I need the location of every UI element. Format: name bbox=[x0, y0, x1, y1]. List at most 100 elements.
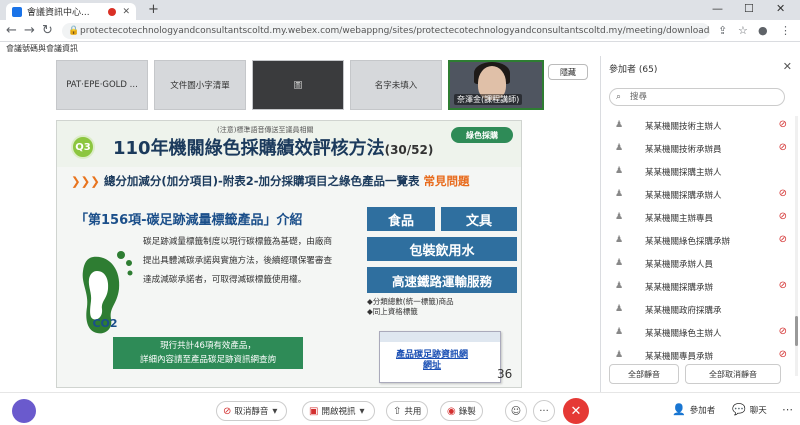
muted-mic-icon[interactable]: ⊘ bbox=[779, 326, 787, 337]
participant-row[interactable]: ♟ 某某機關技術承辦員 ⊘ bbox=[601, 137, 800, 160]
muted-mic-icon[interactable]: ⊘ bbox=[779, 280, 787, 291]
participant-name: 某某機關採購主辦人 bbox=[645, 168, 722, 178]
thumbnail-label: PAT·EPE·GOLD ... bbox=[66, 80, 138, 90]
slide-title-text: 110年機關綠色採購績效評核方法 bbox=[113, 138, 385, 159]
subtitle-text: 總分加減分(加分項目)-附表2-加分採購項目之綠色產品一覽表 bbox=[103, 174, 420, 188]
thumbnail-label: 圖 bbox=[293, 81, 303, 91]
participant-thumbnail[interactable]: 文件圖小字清單 bbox=[154, 60, 246, 110]
participant-row[interactable]: ♟ 某某機關政府採購承 bbox=[601, 298, 800, 321]
participant-row[interactable]: ♟ 某某機關綠色採購承辦 ⊘ bbox=[601, 229, 800, 252]
active-speaker-video[interactable]: 奈澤金(課程講師) bbox=[448, 60, 544, 110]
more-panels-icon[interactable]: ⋯ bbox=[782, 403, 797, 416]
reload-icon[interactable]: ↻ bbox=[42, 23, 53, 38]
tab-close-icon[interactable]: ✕ bbox=[122, 7, 130, 17]
muted-mic-icon[interactable]: ⊘ bbox=[779, 211, 787, 222]
window-minimize-button[interactable]: — bbox=[712, 2, 723, 15]
browser-address-bar: ← → ↻ 🔒 protectecotechnologyandconsultan… bbox=[0, 20, 800, 42]
chevron-down-icon: ▾ bbox=[359, 405, 365, 417]
slide-subtitle: ❯❯❯ 總分加減分(加分項目)-附表2-加分採購項目之綠色產品一覽表 常見問題 bbox=[71, 173, 470, 189]
participant-thumbnail[interactable]: 圖 bbox=[252, 60, 344, 110]
participant-row[interactable]: ♟ 某某機關技術主辦人 ⊘ bbox=[601, 114, 800, 137]
carbon-footprint-icon: CO2 bbox=[82, 251, 133, 334]
participant-search-input[interactable]: ⌕ 搜尋 bbox=[609, 88, 785, 106]
meeting-info-bar[interactable]: 會議號碼與會議資訊 bbox=[0, 42, 800, 56]
share-page-icon[interactable]: ⇪ bbox=[718, 24, 727, 37]
participant-row[interactable]: ♟ 某某機關承辦人員 bbox=[601, 252, 800, 275]
chat-label: 聊天 bbox=[749, 405, 767, 416]
muted-mic-icon[interactable]: ⊘ bbox=[779, 119, 787, 130]
user-icon: ♟ bbox=[615, 327, 624, 337]
bookmark-star-icon[interactable]: ☆ bbox=[738, 24, 748, 37]
thumbnail-label: 名字未填入 bbox=[374, 81, 418, 91]
tag-bottled-water: 包裝飲用水 bbox=[367, 237, 517, 261]
end-meeting-button[interactable]: ✕ bbox=[563, 398, 589, 424]
unmute-button[interactable]: ⊘ 取消靜音 ▾ bbox=[216, 401, 288, 421]
participants-button[interactable]: 👤 參加者 bbox=[672, 403, 715, 416]
share-button[interactable]: ⇧ 共用 bbox=[386, 401, 429, 421]
recording-dot-icon bbox=[108, 7, 117, 16]
share-label: 共用 bbox=[404, 407, 422, 417]
slide-title: 110年機關綠色採購績效評核方法(30/52) bbox=[113, 134, 433, 160]
green-procurement-logo: 綠色採購 bbox=[451, 127, 513, 143]
website-link: 產品碳足跡資訊網 網址 bbox=[396, 350, 469, 371]
user-icon: ♟ bbox=[615, 281, 624, 291]
bullet-item: ◆同上資格標籤 bbox=[367, 307, 418, 316]
tag-food: 食品 bbox=[367, 207, 435, 231]
slide-note-box: 現行共計46項有效產品， 詳細內容請至產品碳足跡資訊網查詢 bbox=[113, 337, 303, 369]
window-close-button[interactable]: ✕ bbox=[776, 2, 785, 15]
start-video-button[interactable]: ▣ 開啟視訊 ▾ bbox=[302, 401, 375, 421]
participant-row[interactable]: ♟ 某某機關主辦專員 ⊘ bbox=[601, 206, 800, 229]
user-icon: ♟ bbox=[615, 235, 624, 245]
slide-badge: Q3 bbox=[71, 135, 95, 159]
unmute-label: 取消靜音 bbox=[234, 407, 269, 417]
participant-name: 某某機關政府採購承 bbox=[645, 306, 722, 316]
panel-close-icon[interactable]: ✕ bbox=[783, 60, 792, 73]
meeting-info-text: 會議號碼與會議資訊 bbox=[6, 44, 78, 53]
url-field[interactable]: 🔒 protectecotechnologyandconsultantscolt… bbox=[62, 23, 710, 39]
browser-tab[interactable]: 會議資訊中心... ✕ bbox=[6, 3, 136, 20]
subtitle-faq: 常見問題 bbox=[423, 174, 470, 188]
muted-mic-icon[interactable]: ⊘ bbox=[779, 142, 787, 153]
browser-menu-icon[interactable]: ⋮ bbox=[780, 24, 791, 37]
lock-icon: 🔒 bbox=[68, 26, 80, 36]
meeting-stage: PAT·EPE·GOLD ... 文件圖小字清單 圖 名字未填入 奈澤金(課程講… bbox=[0, 56, 600, 392]
forward-icon[interactable]: → bbox=[24, 23, 35, 38]
chat-icon: 💬 bbox=[732, 403, 746, 416]
slide-bullets: ◆分類總數(統一標籤)商品 ◆同上資格標籤 bbox=[367, 297, 454, 317]
muted-mic-icon[interactable]: ⊘ bbox=[779, 188, 787, 199]
unmute-all-button[interactable]: 全部取消靜音 bbox=[685, 364, 781, 384]
muted-mic-icon: ⊘ bbox=[223, 405, 232, 417]
profile-icon[interactable]: ● bbox=[758, 24, 768, 37]
new-tab-button[interactable]: + bbox=[148, 2, 159, 17]
user-icon: ♟ bbox=[615, 166, 624, 176]
participant-row[interactable]: ♟ 某某機關採購承辦 ⊘ bbox=[601, 275, 800, 298]
screenshot-header bbox=[380, 332, 500, 342]
record-button[interactable]: ◉ 錄製 bbox=[440, 401, 483, 421]
muted-mic-icon[interactable]: ⊘ bbox=[779, 234, 787, 245]
participant-thumbnail[interactable]: PAT·EPE·GOLD ... bbox=[56, 60, 148, 110]
participant-name: 某某機關主辦專員 bbox=[645, 214, 714, 224]
webex-app-icon[interactable] bbox=[12, 399, 36, 423]
hide-thumbnails-button[interactable]: 隱藏 bbox=[548, 64, 588, 80]
hide-thumbnails-label: 隱藏 bbox=[560, 67, 576, 77]
window-maximize-button[interactable]: ☐ bbox=[744, 2, 754, 15]
participant-thumbnail[interactable]: 名字未填入 bbox=[350, 60, 442, 110]
slide-page-number: 36 bbox=[497, 367, 513, 381]
participant-row[interactable]: ♟ 某某機關綠色主辦人 ⊘ bbox=[601, 321, 800, 344]
participant-row[interactable]: ♟ 某某機關採購承辦人 ⊘ bbox=[601, 183, 800, 206]
search-icon: ⌕ bbox=[616, 92, 622, 102]
scrollbar-thumb[interactable] bbox=[795, 316, 798, 346]
back-icon[interactable]: ← bbox=[6, 23, 17, 38]
participant-name: 某某機關技術主辦人 bbox=[645, 122, 722, 132]
mute-all-button[interactable]: 全部靜音 bbox=[609, 364, 679, 384]
panel-scrollbar[interactable] bbox=[795, 116, 798, 376]
tab-title: 會議資訊中心... bbox=[27, 8, 90, 18]
participants-panel: 參加者 (65) ✕ ⌕ 搜尋 ♟ 某某機關技術主辦人 ⊘ ♟ 某某機關技術承辦員 ⊘ … bbox=[600, 56, 800, 392]
browser-tab-bar: 會議資訊中心... ✕ + — ☐ ✕ bbox=[0, 0, 800, 20]
participant-row[interactable]: ♟ 某某機關採購主辦人 bbox=[601, 160, 800, 183]
slide-description: 碳足跡減量標籤制度以現行碳標籤為基礎，由廠商提出具體減碳承諾與實施方法，後續經環… bbox=[143, 237, 333, 285]
muted-mic-icon[interactable]: ⊘ bbox=[779, 349, 787, 360]
reactions-icon[interactable]: ☺ bbox=[505, 400, 527, 422]
chat-button[interactable]: 💬 聊天 bbox=[732, 403, 767, 416]
more-options-button[interactable]: ··· bbox=[533, 400, 555, 422]
